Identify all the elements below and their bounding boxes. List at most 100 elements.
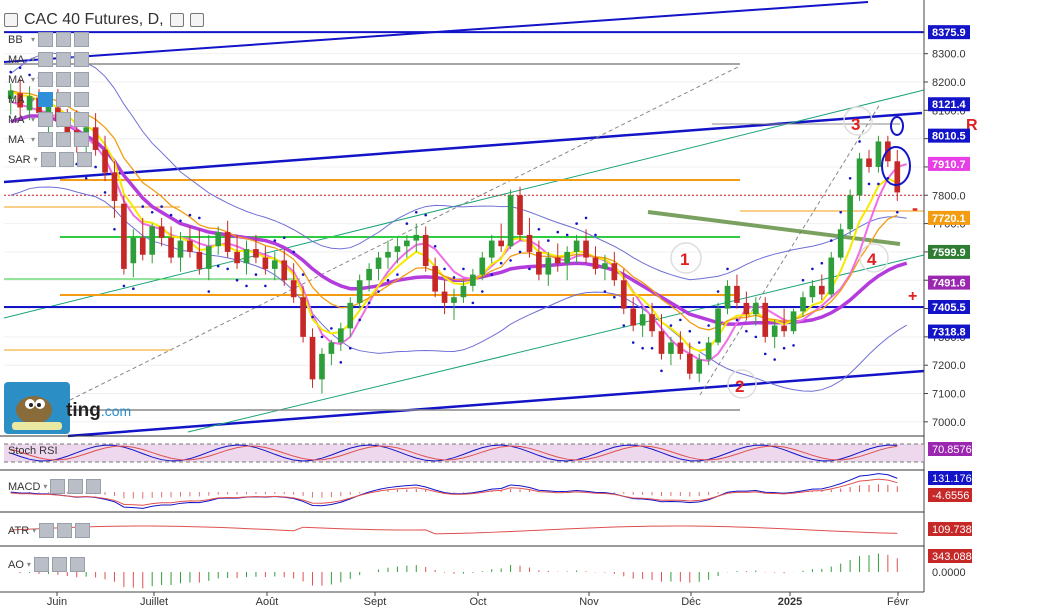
indicator-row[interactable]: BB ▾ [8, 32, 90, 47]
visibility-icon[interactable] [38, 132, 54, 147]
settings-icon[interactable] [169, 13, 184, 27]
collapse-icon[interactable] [4, 13, 18, 27]
candle-body [479, 257, 486, 275]
indicator-row[interactable]: SAR ▾ [8, 152, 92, 167]
candle-body [809, 285, 816, 298]
sar-dot [801, 278, 805, 282]
logo-text: ting.com [66, 400, 131, 422]
candle-body [686, 353, 693, 374]
close-icon[interactable] [86, 479, 102, 494]
stoch-rsi-label[interactable]: Stoch RSI [8, 445, 58, 457]
sar-dot [792, 344, 795, 347]
macd-label[interactable]: MACD ▾ [8, 479, 102, 494]
settings-icon[interactable] [56, 72, 72, 87]
dropdown-icon[interactable]: ▾ [27, 560, 31, 569]
time-tick-label: Nov [579, 596, 599, 607]
visibility-icon[interactable] [39, 523, 55, 538]
settings-icon[interactable] [56, 52, 72, 67]
settings-icon[interactable] [56, 32, 72, 47]
indicator-row[interactable]: MA ▾ [8, 92, 90, 107]
visibility-icon[interactable] [38, 52, 54, 67]
settings-icon[interactable] [56, 92, 72, 107]
close-icon[interactable] [76, 152, 92, 167]
wave-3-label: 3 [851, 115, 860, 134]
close-icon[interactable] [74, 72, 90, 87]
settings-icon[interactable] [56, 112, 72, 127]
sar-dot [858, 140, 861, 143]
atr-label[interactable]: ATR ▾ [8, 523, 91, 538]
close-icon[interactable] [74, 52, 90, 67]
sar-dot [339, 361, 343, 364]
ao-label[interactable]: AO ▾ [8, 557, 85, 572]
candle-body [498, 240, 504, 247]
settings-icon[interactable] [68, 479, 84, 494]
settings-icon[interactable] [58, 152, 74, 167]
indicator-row[interactable]: MA ▾ [8, 132, 90, 147]
sar-dot [829, 239, 833, 242]
candle-body [790, 311, 797, 332]
candle-body [545, 257, 552, 275]
candle-body [620, 280, 627, 309]
settings-icon[interactable] [57, 523, 73, 538]
visibility-icon[interactable] [38, 92, 54, 107]
candle-body [413, 234, 420, 241]
time-tick-label: 2025 [778, 596, 802, 607]
stoch-value: 70.8576 [932, 444, 972, 456]
indicator-label: MA [8, 113, 25, 126]
candle-body [696, 359, 703, 374]
candle-body [724, 285, 731, 309]
candle-body [630, 308, 637, 326]
close-icon[interactable] [74, 32, 90, 47]
candle-body [347, 302, 354, 329]
sar-dot [424, 213, 428, 217]
candle-body [828, 257, 835, 295]
dropdown-icon[interactable]: ▾ [31, 35, 35, 44]
candlestick-chart[interactable]: 1 2 3 4 R + - 8300.08200.08100.08000.079… [0, 0, 1037, 607]
settings-icon[interactable] [56, 132, 72, 147]
candle-body [762, 302, 769, 337]
close-icon[interactable] [75, 523, 91, 538]
sar-dot [763, 352, 767, 356]
close-icon[interactable] [74, 132, 90, 147]
close-icon[interactable] [189, 13, 204, 27]
sar-dot [745, 329, 748, 333]
close-icon[interactable] [74, 92, 90, 107]
dropdown-icon[interactable]: ▾ [31, 55, 35, 64]
sar-dot [603, 290, 607, 293]
price-tick-label: 7800.0 [932, 190, 966, 202]
dropdown-icon[interactable]: ▾ [31, 75, 35, 84]
close-icon[interactable] [74, 112, 90, 127]
visibility-icon[interactable] [50, 479, 66, 494]
indicator-row[interactable]: MA ▾ [8, 72, 90, 87]
candle-body [837, 229, 844, 258]
dropdown-icon[interactable]: ▾ [31, 135, 35, 144]
indicator-row[interactable]: MA ▾ [8, 52, 90, 67]
sar-dot [773, 358, 776, 361]
candle-body [771, 325, 778, 337]
ao-zero-value: 0.0000 [932, 567, 966, 579]
indicator-row[interactable]: MA ▾ [8, 112, 90, 127]
sar-dot [631, 341, 635, 344]
dropdown-icon[interactable]: ▾ [31, 115, 35, 124]
sar-dot [565, 233, 569, 237]
sar-dot [94, 165, 97, 169]
candle-body [743, 302, 750, 315]
sar-dot [367, 301, 371, 305]
dropdown-icon[interactable]: ▾ [31, 95, 35, 104]
visibility-icon[interactable] [38, 112, 54, 127]
settings-icon[interactable] [51, 557, 67, 572]
visibility-icon[interactable] [40, 152, 56, 167]
indicator-label: MA [8, 73, 25, 86]
candle-body [847, 195, 853, 230]
visibility-icon[interactable] [33, 557, 49, 572]
visibility-icon[interactable] [38, 32, 54, 47]
close-icon[interactable] [69, 557, 85, 572]
dropdown-icon[interactable]: ▾ [43, 482, 47, 491]
candle-body [432, 266, 438, 292]
dropdown-icon[interactable]: ▾ [32, 526, 36, 535]
sar-dot [716, 290, 720, 293]
visibility-icon[interactable] [38, 72, 54, 87]
dropdown-icon[interactable]: ▾ [34, 155, 38, 164]
price-label: 8010.5 [932, 131, 966, 143]
sar-dot [254, 273, 258, 276]
